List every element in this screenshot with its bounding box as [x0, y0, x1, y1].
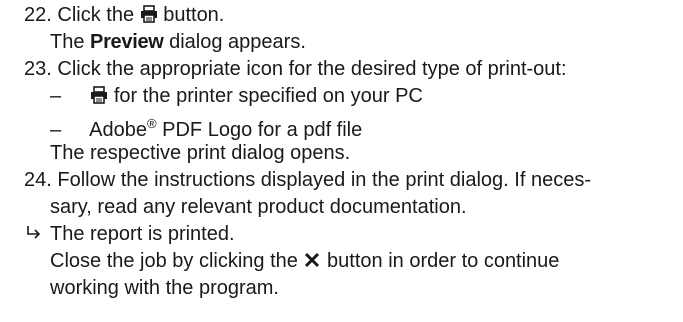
- bullet-text: Adobe: [89, 119, 147, 141]
- result-text: The respective print dialog opens.: [50, 142, 351, 164]
- result-text: The: [50, 31, 85, 53]
- result-text: The report is printed.: [50, 223, 235, 245]
- result-text: dialog appears.: [169, 31, 306, 53]
- step-23-result: The respective print dialog opens.: [50, 141, 350, 165]
- bullet-pdf: – Adobe® PDF Logo for a pdf file: [50, 112, 362, 142]
- step-23-instruction: 23. Click the appropriate icon for the d…: [24, 57, 567, 81]
- step-text: sary, read any relevant product document…: [50, 196, 467, 218]
- result-text: working with the program.: [50, 277, 279, 299]
- step-22-instruction: 22. Click the button.: [24, 3, 224, 27]
- result-text: button in order to continue: [327, 250, 560, 272]
- final-instruction: Close the job by clicking the button in …: [50, 249, 559, 273]
- bullet-dash: –: [50, 85, 62, 107]
- final-instruction-cont: working with the program.: [50, 276, 279, 300]
- printer-icon: [140, 5, 157, 23]
- step-text: Follow the instructions displayed in the…: [57, 169, 591, 191]
- result-text: Close the job by clicking the: [50, 250, 298, 272]
- step-text: Click the appropriate icon for the desir…: [57, 58, 567, 80]
- step-24-instruction-cont: sary, read any relevant product document…: [50, 195, 467, 219]
- step-text: button.: [163, 4, 225, 26]
- step-number: 22.: [24, 4, 52, 26]
- result-arrow-icon: [27, 226, 41, 239]
- close-x-icon: [305, 252, 320, 268]
- bullet-printer: – for the printer specified on your PC: [50, 84, 423, 108]
- step-number: 24.: [24, 169, 52, 191]
- printer-icon: [91, 86, 108, 104]
- bullet-text: PDF Logo for a pdf file: [162, 119, 363, 141]
- step-24-instruction: 24. Follow the instructions displayed in…: [24, 168, 591, 192]
- final-result: The report is printed.: [50, 222, 235, 246]
- bullet-text: for the printer specified on your PC: [113, 85, 423, 107]
- step-number: 23.: [24, 58, 52, 80]
- bullet-dash: –: [50, 119, 62, 141]
- preview-label: Preview: [90, 31, 164, 53]
- registered-mark: ®: [146, 116, 157, 131]
- step-text: Click the: [57, 4, 135, 26]
- step-22-result: The Preview dialog appears.: [50, 30, 306, 54]
